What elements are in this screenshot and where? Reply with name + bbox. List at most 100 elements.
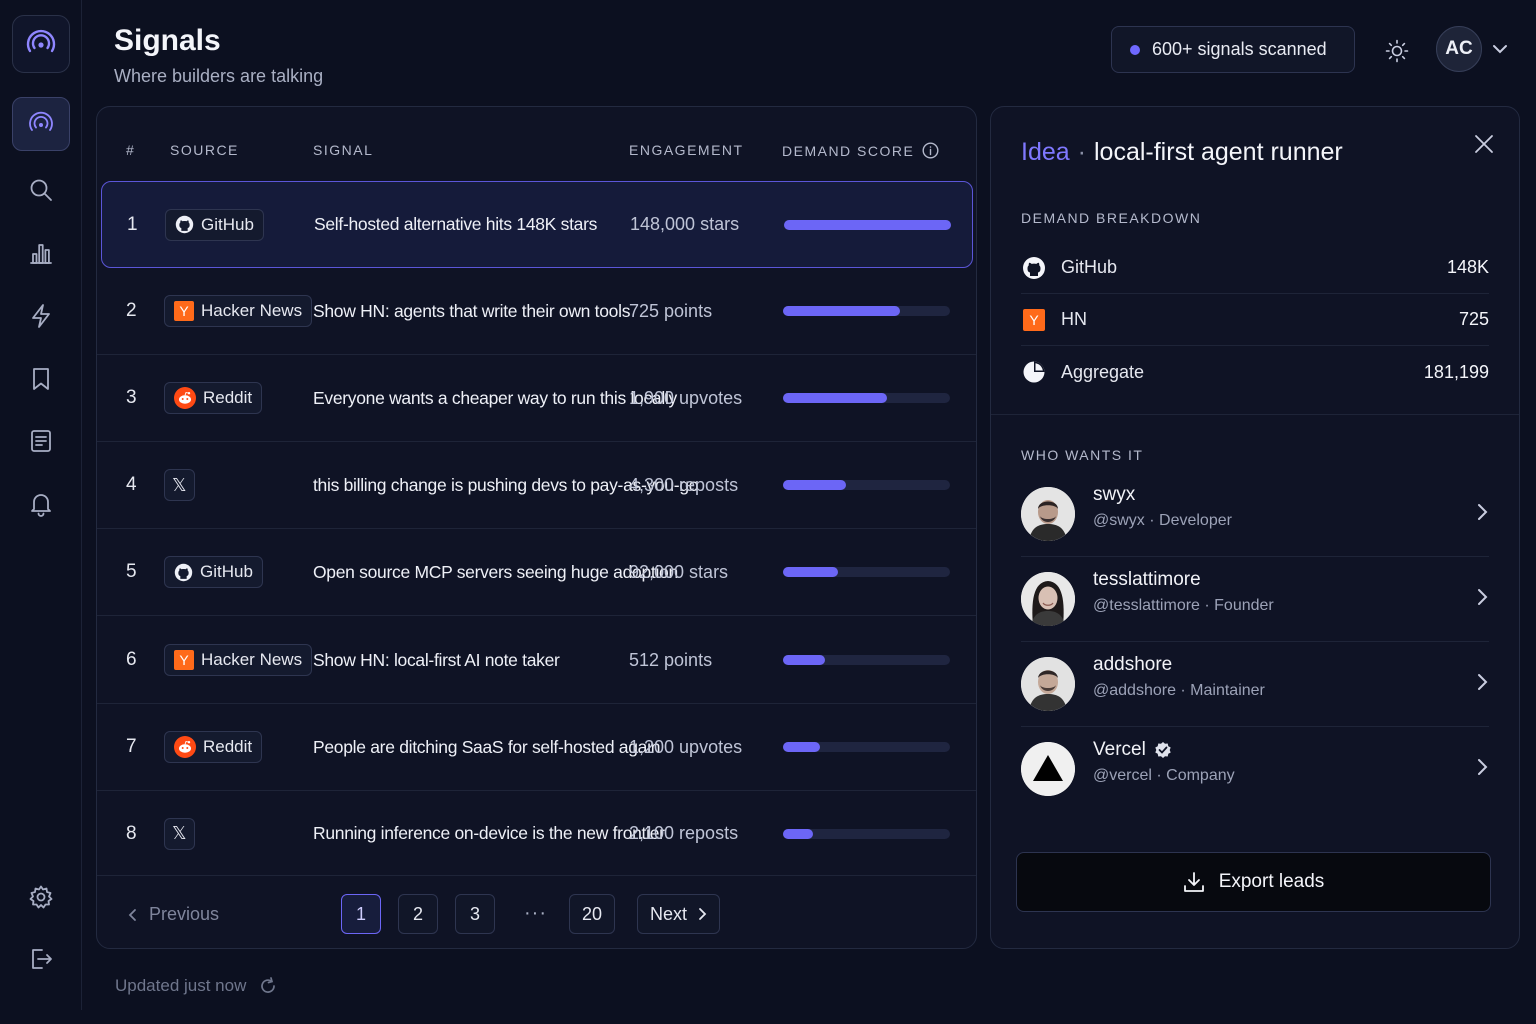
table-row[interactable]: 2 Y Hacker News Show HN: agents that write …	[97, 268, 976, 355]
search-icon	[30, 179, 52, 201]
table-row[interactable]: 8 𝕏 Running inference on-device is the new…	[97, 790, 976, 877]
source-badge: 𝕏	[164, 469, 195, 501]
demand-score-fill	[783, 393, 887, 403]
page-title: Signals	[114, 24, 221, 57]
chevron-down-icon	[1493, 45, 1507, 54]
engagement-value: 148,000 stars	[630, 214, 740, 234]
source-badge: Reddit	[164, 382, 263, 414]
row-index: 7	[126, 736, 137, 757]
engagement-value: 725 points	[629, 300, 713, 321]
table-row[interactable]: 4 𝕏this billing change is pushing devs to…	[97, 442, 976, 529]
nav-signals[interactable]	[12, 97, 70, 151]
next-page-button[interactable]: Next	[637, 894, 721, 934]
table-row[interactable]: 7 Reddit People are ditching SaaS for self…	[97, 704, 976, 791]
page-button-2[interactable]: 2	[398, 894, 438, 934]
avatar	[1021, 487, 1075, 541]
bookmark-icon	[33, 368, 49, 390]
previous-label: Previous	[149, 904, 220, 924]
person-handle: @swyx · Developer	[1093, 512, 1232, 529]
row-index: 5	[126, 561, 137, 582]
refresh-icon[interactable]	[258, 976, 278, 996]
engagement-value: 2,100 reposts	[629, 823, 739, 843]
panel-divider	[991, 414, 1519, 415]
nav-notes[interactable]	[12, 414, 70, 468]
table-row[interactable]: 5 GitHub Open source MCP servers seeing hu…	[97, 529, 976, 616]
breakdown-value-github: 148K	[1446, 257, 1489, 277]
info-icon[interactable]	[922, 142, 939, 159]
demand-score-fill	[783, 655, 825, 665]
vercel-logo-icon	[1021, 742, 1075, 796]
nav-logout[interactable]	[12, 932, 70, 986]
person-row[interactable]: tesslattimore @tesslattimore · Founder	[1021, 557, 1489, 642]
engagement-value: 1,200 upvotes	[629, 736, 743, 757]
avatar	[1021, 572, 1075, 626]
nav-bolt[interactable]	[12, 289, 70, 343]
idea-name: local-first agent runner	[1094, 138, 1343, 166]
source-badge: Reddit	[164, 731, 263, 763]
table-row[interactable]: 1 GitHub Self-hosted alternative hits 148K…	[101, 181, 973, 268]
sun-icon	[1385, 39, 1409, 63]
column-header-index: #	[126, 142, 136, 158]
demand-score-bar	[783, 306, 950, 316]
signals-scanned-badge: 600+ signals scanned	[1111, 26, 1355, 73]
person-handle: @vercel · Company	[1093, 767, 1235, 784]
person-row[interactable]: addshore @addshore · Maintainer	[1021, 642, 1489, 727]
signals-scanned-text: 600+ signals scanned	[1152, 39, 1327, 59]
breakdown-row-aggregate: Aggregate 181,199	[1021, 346, 1489, 398]
person-row[interactable]: Vercel @vercel · Company	[1021, 727, 1489, 812]
signal-title: People are ditching SaaS for self-hosted…	[313, 736, 661, 757]
pagination-divider	[97, 875, 976, 876]
export-leads-button[interactable]: Export leads	[1016, 852, 1491, 912]
signal-title: Show HN: agents that write their own too…	[313, 300, 631, 321]
gear-icon	[29, 885, 53, 909]
engagement-value: 92,000 stars	[629, 561, 729, 582]
reddit-icon	[174, 387, 196, 409]
nav-bookmarks[interactable]	[12, 352, 70, 406]
nav-analytics[interactable]	[12, 226, 70, 280]
page-button-1[interactable]: 1	[341, 894, 381, 934]
previous-page-button[interactable]: Previous	[127, 904, 219, 925]
source-badge: GitHub	[164, 556, 263, 588]
demand-score-bar	[783, 480, 950, 490]
engagement-value: 512 points	[629, 649, 713, 670]
demand-breakdown-label: DEMAND BREAKDOWN	[1021, 210, 1202, 226]
next-label: Next	[650, 903, 688, 924]
nav-settings[interactable]	[12, 870, 70, 924]
app-logo[interactable]	[12, 15, 70, 73]
github-icon	[175, 215, 194, 234]
page-button-20[interactable]: 20	[569, 894, 616, 934]
logout-icon	[32, 949, 52, 969]
signal-title: Running inference on-device is the new f…	[313, 823, 665, 843]
idea-separator: ·	[1077, 138, 1086, 166]
row-index: 2	[126, 300, 137, 321]
close-panel-button[interactable]	[1473, 133, 1495, 160]
person-row[interactable]: swyx @swyx · Developer	[1021, 472, 1489, 557]
page-button-3[interactable]: 3	[455, 894, 495, 934]
user-avatar[interactable]: AC	[1436, 26, 1482, 72]
status-dot	[1130, 44, 1140, 55]
avatar	[1021, 657, 1075, 711]
table-row[interactable]: 6 Y Hacker News Show HN: local-first AI not…	[97, 617, 976, 704]
nav-search[interactable]	[12, 163, 70, 217]
row-index: 8	[126, 822, 137, 844]
source-badge: GitHub	[165, 208, 264, 241]
breakdown-label-aggregate: Aggregate	[1061, 361, 1145, 382]
who-wants-it-label: WHO WANTS IT	[1021, 447, 1144, 463]
chevron-right-icon	[1478, 674, 1488, 690]
source-name: Reddit	[203, 388, 253, 407]
nav-alerts[interactable]	[12, 477, 70, 531]
account-menu-button[interactable]	[1491, 40, 1509, 63]
theme-toggle-button[interactable]	[1380, 34, 1414, 68]
person-handle: @tesslattimore · Founder	[1093, 597, 1274, 614]
engagement-value: 4,300 reposts	[629, 474, 739, 495]
table-row[interactable]: 3 Reddit Everyone wants a cheaper way to r…	[97, 355, 976, 442]
broadcast-logo-icon	[26, 29, 56, 53]
demand-score-bar	[784, 219, 951, 230]
column-header-source: SOURCE	[170, 142, 239, 158]
chevron-right-icon	[1478, 759, 1488, 775]
source-name: Hacker News	[201, 650, 303, 669]
source-badge: Y Hacker News	[164, 295, 313, 327]
breakdown-row-hn: Y HN 725	[1021, 294, 1489, 346]
source-badge: Y Hacker News	[164, 644, 313, 676]
chevron-right-icon	[699, 908, 707, 920]
